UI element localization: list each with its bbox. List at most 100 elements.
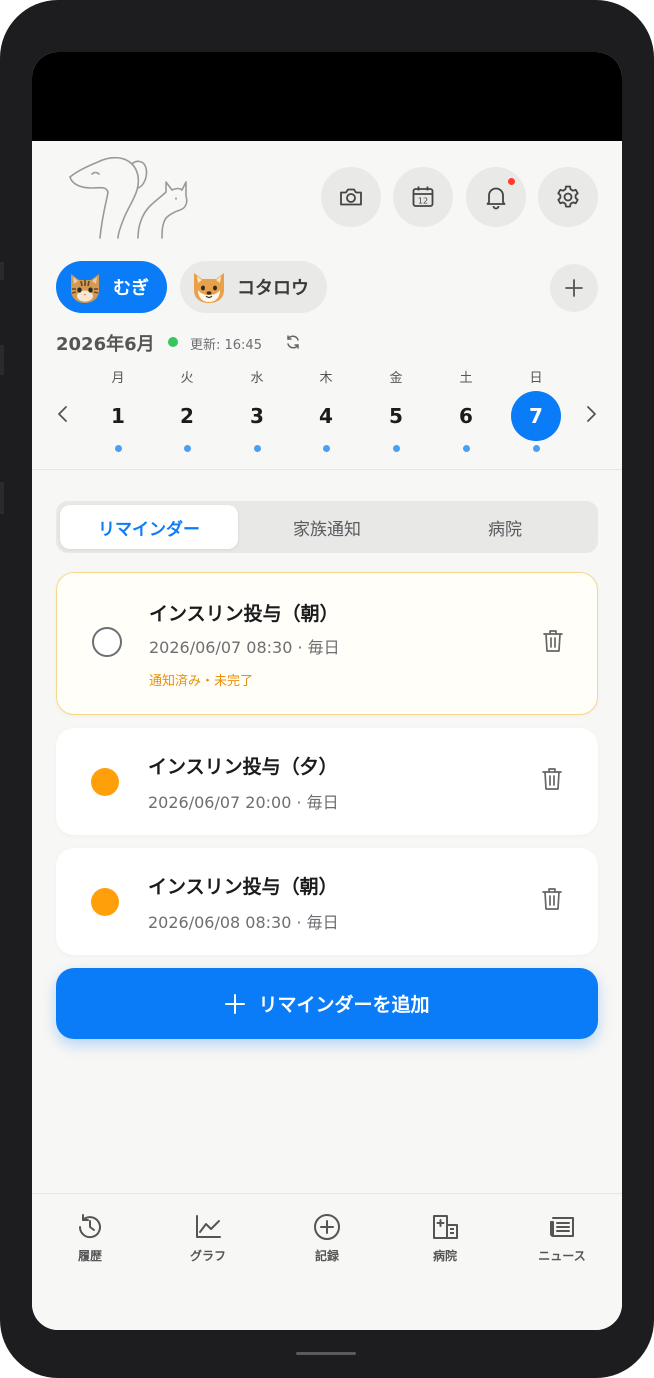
settings-button[interactable]: [538, 167, 598, 227]
chevron-right-icon: [587, 406, 596, 422]
nav-hospital[interactable]: 病院: [405, 1212, 485, 1264]
trash-icon[interactable]: [540, 766, 564, 792]
status-bar: [32, 52, 622, 141]
calendar-icon: 12: [412, 186, 434, 207]
reminder-card[interactable]: インスリン投与（朝） 2026/06/08 08:30 · 毎日: [56, 848, 598, 955]
event-dot: [532, 445, 540, 452]
pending-status-circle[interactable]: [91, 768, 119, 796]
nav-label: 履歴: [77, 1249, 102, 1263]
date-number: 6: [459, 404, 473, 428]
date-number: 1: [111, 404, 125, 428]
day-of-week-label: 金: [389, 371, 403, 386]
app-screen: 12 むぎ コタロウ 2026年6月 更新: 16:45 月 1 火 2 水 3…: [32, 52, 622, 1330]
nav-history[interactable]: 履歴: [50, 1212, 130, 1264]
event-dot: [462, 445, 470, 452]
tab-family-notifications[interactable]: 家族通知: [238, 505, 416, 549]
add-reminder-button[interactable]: リマインダーを追加: [56, 968, 598, 1039]
complete-checkbox[interactable]: [92, 627, 122, 657]
event-dot: [253, 445, 261, 452]
event-dot: [322, 445, 330, 452]
nav-label: 病院: [432, 1249, 457, 1263]
day-of-week-label: 水: [250, 371, 264, 386]
pet-chip-mugi[interactable]: むぎ: [56, 261, 167, 313]
dog-and-cat-logo: [69, 156, 188, 239]
trash-icon[interactable]: [540, 886, 564, 912]
plus-icon: [565, 279, 583, 297]
sync-status-dot: [168, 337, 178, 347]
side-button: [0, 482, 4, 514]
shiba-dog-face-icon: [194, 273, 224, 303]
last-updated-label: 更新: 16:45: [190, 338, 262, 353]
nav-label: ニュース: [538, 1249, 586, 1263]
notification-badge: [507, 177, 516, 186]
reminder-schedule: 2026/06/08 08:30 · 毎日: [148, 913, 339, 932]
segment-control: リマインダー 家族通知 病院: [56, 501, 598, 553]
reminder-card[interactable]: インスリン投与（夕） 2026/06/07 20:00 · 毎日: [56, 728, 598, 835]
line-chart-icon: [196, 1215, 221, 1238]
next-week-button[interactable]: [580, 400, 602, 428]
reminder-title: インスリン投与（夕）: [148, 756, 338, 778]
date-number: 2: [180, 404, 194, 428]
hospital-icon: [433, 1215, 458, 1239]
calendar-icon-text: 12: [418, 197, 428, 206]
date-number: 5: [389, 404, 403, 428]
month-label: 2026年6月: [56, 334, 155, 355]
pet-name: コタロウ: [237, 278, 309, 299]
event-dot: [183, 445, 191, 452]
day-of-week-label: 日: [529, 371, 543, 386]
home-indicator: [296, 1352, 356, 1355]
notifications-button[interactable]: [466, 167, 526, 227]
bell-icon: [486, 187, 506, 210]
day-wednesday[interactable]: 水 3: [231, 370, 283, 452]
plus-icon: [225, 993, 246, 1014]
header-divider: [32, 469, 622, 470]
side-button: [0, 345, 4, 375]
date-number: 3: [250, 404, 264, 428]
day-monday[interactable]: 月 1: [92, 370, 144, 452]
add-pet-button[interactable]: [550, 264, 598, 312]
calendar-button[interactable]: 12: [393, 167, 453, 227]
add-circle-icon: [314, 1214, 340, 1240]
day-of-week-label: 木: [319, 371, 333, 386]
reminder-title: インスリン投与（朝）: [148, 876, 338, 898]
reminder-title: インスリン投与（朝）: [149, 603, 339, 625]
gear-icon: [557, 185, 579, 208]
pending-status-circle[interactable]: [91, 888, 119, 916]
nav-graph[interactable]: グラフ: [168, 1212, 248, 1264]
previous-week-button[interactable]: [52, 400, 74, 428]
camera-button[interactable]: [321, 167, 381, 227]
day-tuesday[interactable]: 火 2: [161, 370, 213, 452]
reminder-status: 通知済み・未完了: [149, 674, 254, 689]
side-button: [0, 262, 4, 280]
phone-frame: 12 むぎ コタロウ 2026年6月 更新: 16:45 月 1 火 2 水 3…: [0, 0, 654, 1378]
chevron-left-icon: [58, 406, 67, 422]
pet-name: むぎ: [113, 278, 149, 299]
day-saturday[interactable]: 土 6: [440, 370, 492, 452]
day-thursday[interactable]: 木 4: [300, 370, 352, 452]
bottom-navigation: 履歴 グラフ 記録 病院 ニュース: [32, 1193, 622, 1330]
tabby-cat-face-icon: [71, 274, 99, 303]
date-number: 4: [319, 404, 333, 428]
event-dot: [114, 445, 122, 452]
add-reminder-label: リマインダーを追加: [258, 994, 430, 1016]
nav-news[interactable]: ニュース: [522, 1212, 602, 1264]
selected-date-number: 7: [511, 391, 561, 441]
camera-icon: [340, 188, 362, 206]
event-dot: [392, 445, 400, 452]
day-sunday[interactable]: 日 7: [510, 370, 562, 452]
day-of-week-label: 土: [459, 371, 473, 386]
reminder-card[interactable]: インスリン投与（朝） 2026/06/07 08:30 · 毎日 通知済み・未完…: [56, 572, 598, 715]
day-friday[interactable]: 金 5: [370, 370, 422, 452]
nav-label: 記録: [314, 1249, 339, 1263]
history-icon: [78, 1214, 101, 1239]
newspaper-icon: [550, 1217, 574, 1237]
reminder-schedule: 2026/06/07 20:00 · 毎日: [148, 793, 339, 812]
pet-chip-kotarou[interactable]: コタロウ: [180, 261, 327, 313]
tab-reminders[interactable]: リマインダー: [60, 505, 238, 549]
day-of-week-label: 火: [180, 371, 194, 386]
nav-record[interactable]: 記録: [287, 1212, 367, 1264]
refresh-icon[interactable]: [284, 333, 302, 351]
reminder-schedule: 2026/06/07 08:30 · 毎日: [149, 638, 340, 657]
tab-hospital[interactable]: 病院: [416, 505, 594, 549]
trash-icon[interactable]: [541, 628, 565, 654]
